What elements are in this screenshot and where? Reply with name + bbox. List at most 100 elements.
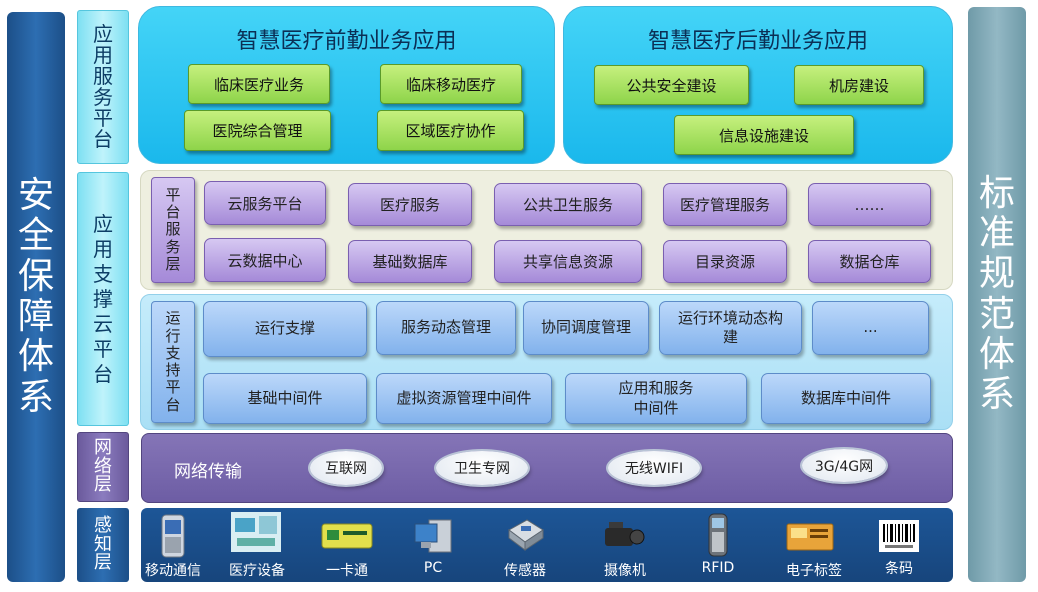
- wireless-wifi-cloud: 无线WIFI: [608, 451, 700, 485]
- security-char: 全: [17, 215, 54, 257]
- medical-service-button[interactable]: 医疗服务: [348, 183, 472, 226]
- medical-equipment-icon: [231, 512, 281, 552]
- label-char: 撑: [93, 286, 113, 311]
- device-label: 移动通信: [145, 563, 201, 579]
- more-services-button[interactable]: ……: [808, 183, 931, 226]
- rfid-tag-icon: [785, 522, 835, 552]
- medical-management-service-button[interactable]: 医疗管理服务: [663, 183, 787, 226]
- label-char: 台: [165, 203, 181, 222]
- mobile-phone-icon: [155, 512, 191, 560]
- label-char: 应: [93, 22, 113, 46]
- label-char: 运: [165, 309, 181, 328]
- security-system-bar: 安 全 保 障 体 系: [7, 12, 65, 582]
- label-char: 用: [93, 43, 113, 67]
- cloud-service-platform-button[interactable]: 云服务平台: [204, 181, 326, 225]
- barcode-icon: [879, 520, 919, 552]
- security-char: 保: [17, 255, 54, 297]
- app-service-middleware-button[interactable]: 应用和服务中间件: [565, 373, 747, 424]
- label-char: 服: [93, 64, 113, 88]
- basic-database-button[interactable]: 基础数据库: [348, 240, 472, 283]
- label-char: 云: [93, 311, 113, 336]
- label-char: 层: [94, 552, 112, 574]
- clinical-mobile-button[interactable]: 临床移动医疗: [380, 64, 522, 104]
- network-panel: 网络传输 互联网 卫生专网 无线WIFI 3G/4G网: [141, 433, 953, 503]
- device-label: 条码: [885, 561, 913, 577]
- label-char: 务: [165, 237, 181, 256]
- info-facility-button[interactable]: 信息设施建设: [674, 115, 854, 155]
- label-char: 平: [165, 185, 181, 204]
- server-room-button[interactable]: 机房建设: [794, 65, 924, 105]
- label-char: 层: [94, 474, 112, 496]
- label-char: 网: [94, 436, 112, 458]
- security-char: 安: [17, 175, 54, 217]
- more-runtime-button[interactable]: ...: [812, 301, 929, 355]
- label-char: 台: [93, 127, 113, 151]
- cloud-data-center-button[interactable]: 云数据中心: [204, 238, 326, 282]
- device-label: 摄像机: [604, 563, 646, 579]
- data-warehouse-button[interactable]: 数据仓库: [808, 240, 931, 283]
- layer-label-network: 网 络 层: [77, 432, 129, 502]
- hospital-management-button[interactable]: 医院综合管理: [184, 110, 331, 151]
- directory-resource-button[interactable]: 目录资源: [663, 240, 787, 283]
- runtime-support-button[interactable]: 运行支撑: [203, 301, 367, 357]
- standards-char: 系: [978, 374, 1015, 416]
- health-private-network-cloud: 卫生专网: [436, 451, 528, 485]
- standards-char: 准: [978, 212, 1015, 254]
- platform-service-label: 平 台 服 务 层: [151, 177, 195, 283]
- label-char: 行: [165, 326, 181, 345]
- device-label: RFID: [701, 560, 735, 576]
- label-char: 服: [165, 220, 181, 239]
- collab-scheduling-button[interactable]: 协同调度管理: [523, 301, 649, 355]
- mobile-network-cloud: 3G/4G网: [802, 449, 886, 482]
- basic-middleware-button[interactable]: 基础中间件: [203, 373, 367, 424]
- layer-label-app-service: 应 用 服 务 平 台: [77, 10, 129, 164]
- clinical-medical-button[interactable]: 临床医疗业务: [188, 64, 330, 104]
- runtime-support-label: 运 行 支 持 平 台: [151, 301, 195, 423]
- standards-char: 体: [978, 333, 1015, 375]
- front-office-panel: 智慧医疗前勤业务应用 临床医疗业务 临床移动医疗 医院综合管理 区域医疗协作: [138, 6, 555, 164]
- label-char: 应: [93, 211, 113, 236]
- label-char: 用: [93, 236, 113, 261]
- front-office-title: 智慧医疗前勤业务应用: [236, 29, 457, 54]
- label-char: 层: [165, 254, 181, 273]
- camera-icon: [601, 518, 645, 552]
- device-label: PC: [423, 560, 443, 576]
- device-label: 传感器: [504, 563, 546, 579]
- label-char: 平: [93, 106, 113, 130]
- internet-cloud: 互联网: [310, 451, 382, 485]
- public-security-button[interactable]: 公共安全建设: [594, 65, 749, 105]
- service-dynamic-mgmt-button[interactable]: 服务动态管理: [376, 301, 516, 355]
- runtime-env-build-button[interactable]: 运行环境动态构建: [659, 301, 802, 355]
- security-char: 体: [17, 336, 54, 378]
- virtual-resource-middleware-button[interactable]: 虚拟资源管理中间件: [376, 373, 552, 424]
- perception-panel: 移动通信 医疗设备 一卡通 PC 传感器 摄像机 RFID 电子标签 条码: [141, 508, 953, 582]
- label-char: 支: [93, 261, 113, 286]
- label-char: 平: [165, 378, 181, 397]
- platform-service-panel: 平 台 服 务 层 云服务平台 医疗服务 公共卫生服务 医疗管理服务 …… 云数…: [140, 170, 953, 290]
- security-char: 系: [17, 376, 54, 418]
- back-office-title: 智慧医疗后勤业务应用: [647, 29, 868, 54]
- smart-card-icon: [321, 522, 373, 550]
- database-middleware-button[interactable]: 数据库中间件: [761, 373, 931, 424]
- device-label: 电子标签: [786, 563, 842, 579]
- standards-char: 标: [978, 172, 1015, 214]
- label-char: 支: [165, 343, 181, 362]
- layer-label-app-support: 应 用 支 撑 云 平 台: [77, 172, 129, 426]
- label-char: 务: [93, 85, 113, 109]
- device-label: 医疗设备: [229, 563, 285, 579]
- back-office-panel: 智慧医疗后勤业务应用 公共安全建设 机房建设 信息设施建设: [563, 6, 953, 164]
- pc-icon: [413, 518, 453, 556]
- label-char: 台: [165, 395, 181, 414]
- regional-collaboration-button[interactable]: 区域医疗协作: [377, 110, 524, 151]
- network-title: 网络传输: [174, 462, 242, 482]
- standards-char: 范: [978, 293, 1015, 335]
- label-char: 台: [93, 361, 113, 386]
- public-health-service-button[interactable]: 公共卫生服务: [494, 183, 642, 226]
- shared-info-resource-button[interactable]: 共享信息资源: [494, 240, 642, 283]
- runtime-support-panel: 运 行 支 持 平 台 运行支撑 服务动态管理 协同调度管理 运行环境动态构建 …: [140, 294, 953, 430]
- sensor-icon: [503, 516, 547, 554]
- label-char: 感: [94, 514, 112, 536]
- standards-char: 规: [978, 253, 1015, 295]
- label-char: 平: [93, 336, 113, 361]
- label-char: 持: [165, 361, 181, 379]
